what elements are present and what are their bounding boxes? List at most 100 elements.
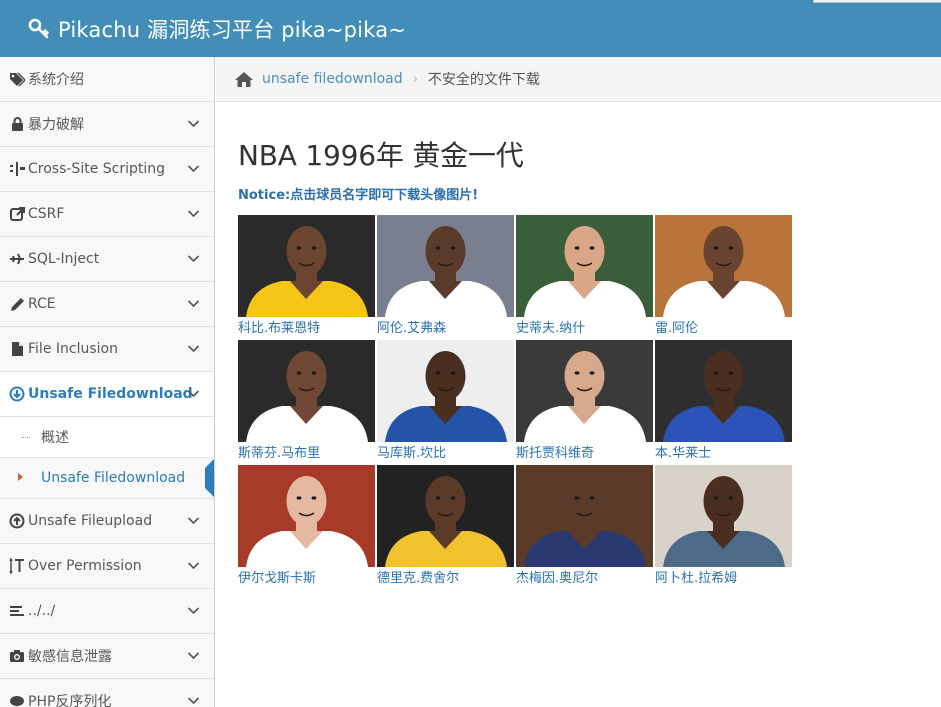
breadcrumb: unsafe filedownload › 不安全的文件下载 — [216, 57, 941, 102]
player-photo — [655, 340, 792, 442]
page-title: NBA 1996年 黄金一代 — [238, 139, 524, 172]
breadcrumb-separator-icon: › — [412, 71, 418, 87]
caret-right-icon — [18, 473, 23, 481]
player-card: 德里克.费舍尔 — [377, 465, 516, 590]
xss-icon — [8, 161, 26, 177]
chevron-down-icon — [187, 297, 200, 314]
player-name-download-link[interactable]: 伊尔戈斯卡斯 — [238, 569, 377, 588]
player-photo — [655, 215, 792, 317]
chevron-down-icon — [187, 604, 200, 621]
sidebar-subitem-1[interactable]: Unsafe Filedownload — [0, 458, 214, 499]
download-icon — [8, 386, 26, 402]
chevron-down-icon — [187, 694, 200, 707]
player-photo — [238, 340, 375, 442]
sidebar: 系统介绍暴力破解 Cross-Site Scripting CSRF SQL-Inje… — [0, 57, 215, 707]
player-name-download-link[interactable]: 德里克.费舍尔 — [377, 569, 516, 588]
lock-icon — [8, 116, 26, 132]
player-photo — [238, 215, 375, 317]
sidebar-item-label: Cross-Site Scripting — [28, 161, 166, 177]
player-name-download-link[interactable]: 杰梅因.奥尼尔 — [516, 569, 655, 588]
player-name-download-link[interactable]: 史蒂夫.纳什 — [516, 319, 655, 338]
sidebar-item-8[interactable]: Unsafe Fileupload — [0, 499, 214, 544]
player-card: 科比.布莱恩特 — [238, 215, 377, 340]
sidebar-subitem-label: Unsafe Filedownload — [41, 470, 186, 486]
sidebar-item-10[interactable]: ../../ — [0, 589, 214, 634]
sidebar-item-4[interactable]: SQL-Inject — [0, 237, 214, 282]
player-name-download-link[interactable]: 雷.阿伦 — [655, 319, 794, 338]
player-grid: 科比.布莱恩特 阿伦.艾弗森 史蒂夫.纳什 雷.阿伦 斯蒂芬.马布里 马库斯.坎… — [238, 215, 938, 590]
sidebar-subitem-0[interactable]: 概述 — [0, 417, 214, 458]
sidebar-item-6[interactable]: File Inclusion — [0, 327, 214, 372]
sidebar-item-11[interactable]: 敏感信息泄露 — [0, 634, 214, 679]
share-icon — [8, 206, 26, 222]
sidebar-item-label: 敏感信息泄露 — [28, 649, 112, 665]
sidebar-item-label: RCE — [28, 296, 56, 312]
sidebar-item-label: 暴力破解 — [28, 117, 84, 133]
plane-icon — [8, 251, 26, 267]
player-card: 阿卜杜.拉希姆 — [655, 465, 794, 590]
sidebar-item-label: Unsafe Filedownload — [28, 386, 193, 402]
player-photo — [516, 340, 653, 442]
notice-text: Notice:点击球员名字即可下载头像图片! — [238, 188, 479, 203]
brand[interactable]: Pikachu 漏洞练习平台 pika~pika~ — [28, 14, 406, 44]
active-indicator — [205, 459, 214, 497]
tree-line — [22, 437, 30, 438]
sidebar-item-5[interactable]: RCE — [0, 282, 214, 327]
sidebar-subitem-label: 概述 — [41, 430, 69, 446]
align-left-icon — [8, 603, 26, 619]
sidebar-item-label: PHP反序列化 — [28, 694, 112, 707]
sidebar-item-0[interactable]: 系统介绍 — [0, 57, 214, 102]
player-card: 史蒂夫.纳什 — [516, 215, 655, 340]
player-photo — [377, 340, 514, 442]
chevron-down-icon — [187, 387, 200, 404]
sidebar-item-3[interactable]: CSRF — [0, 192, 214, 237]
player-name-download-link[interactable]: 阿伦.艾弗森 — [377, 319, 516, 338]
player-photo — [655, 465, 792, 567]
player-photo — [516, 465, 653, 567]
sidebar-item-7[interactable]: Unsafe Filedownload — [0, 372, 214, 417]
tags-icon — [8, 71, 26, 87]
top-right-corner — [813, 0, 941, 3]
sidebar-item-label: Over Permission — [28, 558, 142, 574]
player-name-download-link[interactable]: 本.华莱士 — [655, 444, 794, 463]
brand-title: Pikachu 漏洞练习平台 pika~pika~ — [58, 17, 407, 42]
home-icon[interactable] — [234, 71, 254, 88]
file-icon — [8, 341, 26, 357]
main-content: NBA 1996年 黄金一代 Notice:点击球员名字即可下载头像图片! 科比… — [238, 102, 938, 590]
player-name-download-link[interactable]: 斯蒂芬.马布里 — [238, 444, 377, 463]
player-card: 伊尔戈斯卡斯 — [238, 465, 377, 590]
chevron-down-icon — [187, 514, 200, 531]
sidebar-item-label: SQL-Inject — [28, 251, 100, 267]
sidebar-item-12[interactable]: PHP反序列化 — [0, 679, 214, 707]
chevron-down-icon — [187, 559, 200, 576]
key-icon — [28, 18, 49, 38]
chevron-down-icon — [187, 117, 200, 134]
player-card: 斯蒂芬.马布里 — [238, 340, 377, 465]
sidebar-item-label: File Inclusion — [28, 341, 118, 357]
player-card: 雷.阿伦 — [655, 215, 794, 340]
player-photo — [238, 465, 375, 567]
breadcrumb-link[interactable]: unsafe filedownload — [262, 71, 403, 87]
sidebar-item-1[interactable]: 暴力破解 — [0, 102, 214, 147]
player-name-download-link[interactable]: 斯托贾科维奇 — [516, 444, 655, 463]
chevron-down-icon — [187, 342, 200, 359]
player-name-download-link[interactable]: 阿卜杜.拉希姆 — [655, 569, 794, 588]
pencil-icon — [8, 296, 26, 312]
sidebar-item-label: 系统介绍 — [28, 72, 84, 88]
upload-icon — [8, 513, 26, 529]
sidebar-item-9[interactable]: Over Permission — [0, 544, 214, 589]
sidebar-item-2[interactable]: Cross-Site Scripting — [0, 147, 214, 192]
player-name-download-link[interactable]: 马库斯.坎比 — [377, 444, 516, 463]
player-name-download-link[interactable]: 科比.布莱恩特 — [238, 319, 377, 338]
breadcrumb-current: 不安全的文件下载 — [427, 72, 540, 88]
player-photo — [377, 215, 514, 317]
sidebar-item-label: ../../ — [28, 603, 56, 619]
player-photo — [516, 215, 653, 317]
chevron-down-icon — [187, 252, 200, 269]
camera-icon — [8, 648, 26, 664]
player-card: 斯托贾科维奇 — [516, 340, 655, 465]
player-card: 马库斯.坎比 — [377, 340, 516, 465]
chevron-down-icon — [187, 649, 200, 666]
sidebar-item-label: CSRF — [28, 206, 65, 222]
top-navbar: Pikachu 漏洞练习平台 pika~pika~ — [0, 0, 941, 57]
